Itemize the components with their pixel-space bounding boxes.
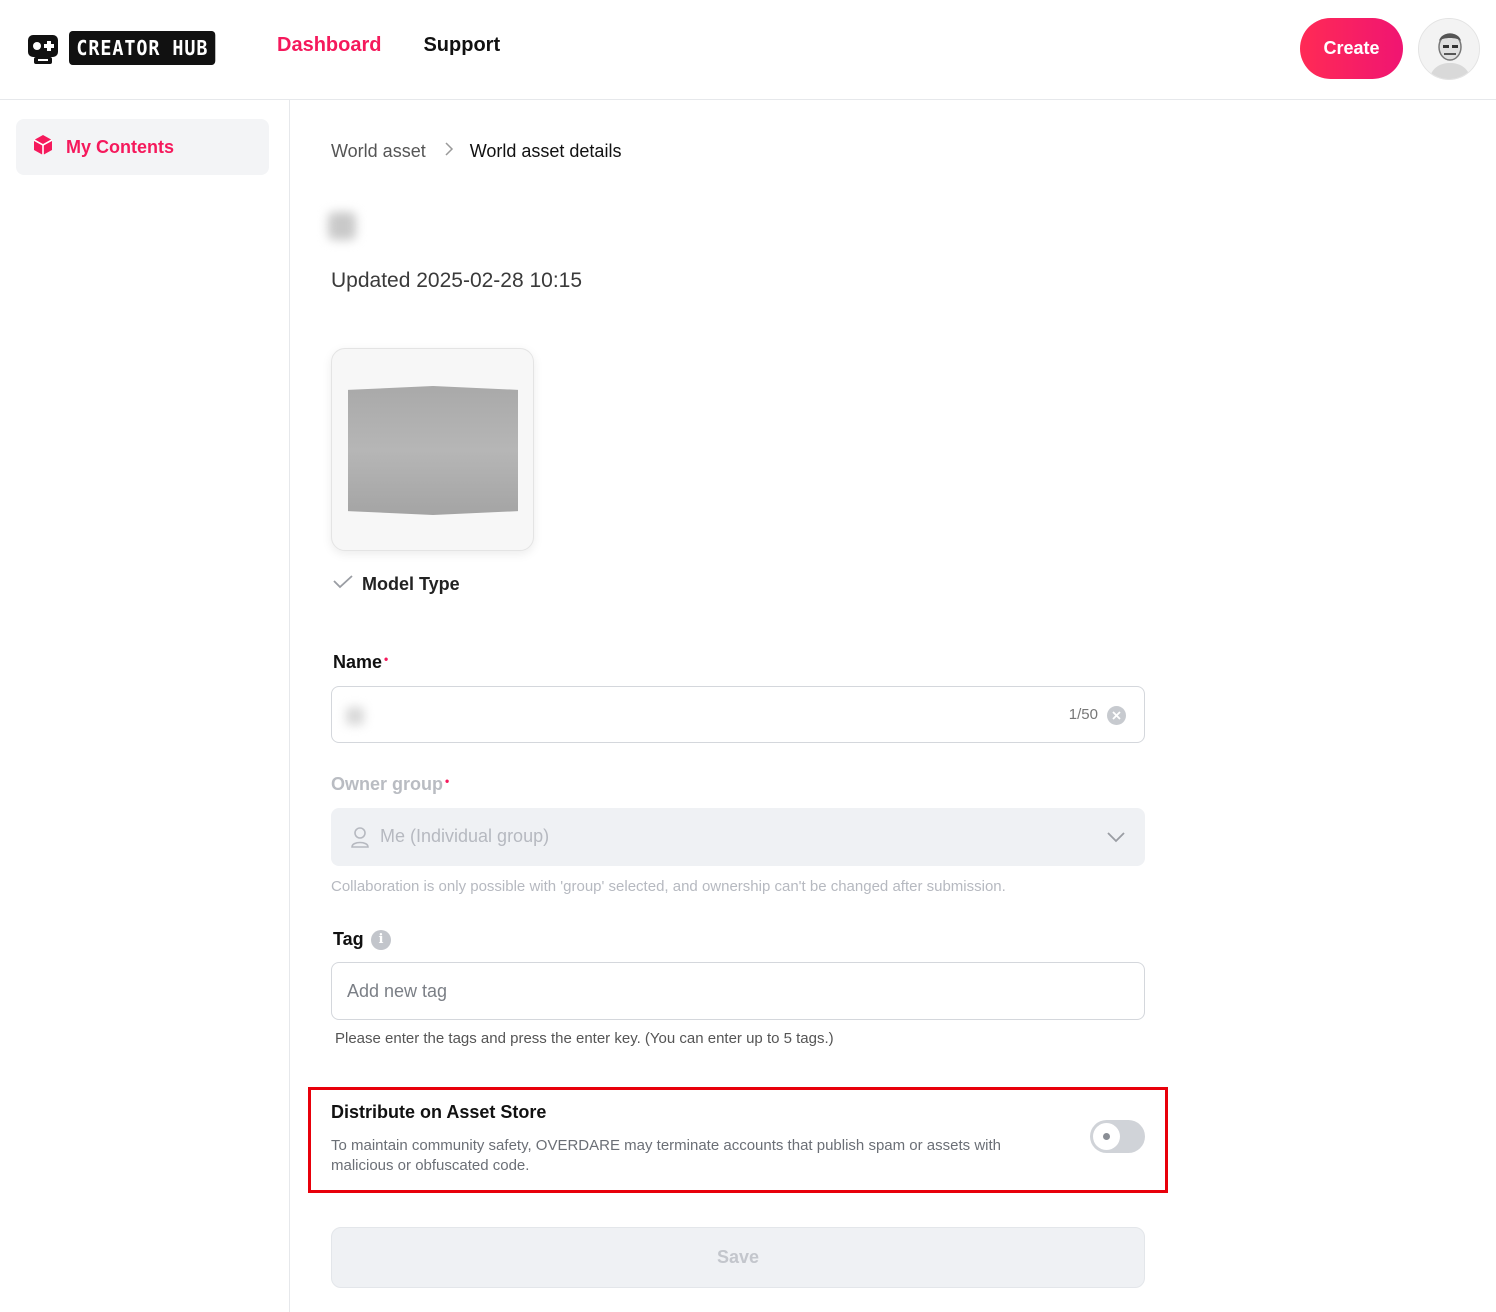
nav-support[interactable]: Support	[423, 34, 500, 57]
required-mark: •	[384, 652, 389, 666]
model-type-label: Model Type	[362, 574, 460, 594]
info-icon[interactable]: i	[371, 930, 391, 950]
check-icon	[332, 574, 354, 595]
required-mark: •	[445, 774, 450, 788]
distribute-description: To maintain community safety, OVERDARE m…	[331, 1137, 1001, 1174]
sidebar-item-label: My Contents	[66, 136, 174, 157]
breadcrumb-current: World asset details	[469, 141, 622, 161]
owner-group-value: Me (Individual group)	[380, 826, 550, 846]
chevron-right-icon	[444, 142, 454, 161]
breadcrumb-world-asset[interactable]: World asset	[331, 141, 426, 162]
sidebar: My Contents	[0, 100, 290, 1312]
updated-timestamp: Updated 2025-02-28 10:15	[331, 269, 583, 292]
asset-preview-image	[348, 386, 518, 515]
create-button[interactable]: Create	[1300, 18, 1403, 79]
name-label-text: Name	[333, 652, 383, 672]
tag-helper: Please enter the tags and press the ente…	[335, 1030, 834, 1047]
name-input[interactable]: 1/50	[331, 686, 1145, 743]
nav-dashboard[interactable]: Dashboard	[277, 34, 381, 57]
toggle-knob	[1093, 1123, 1120, 1150]
owner-group-label-text: Owner group	[331, 774, 443, 794]
main-nav: Dashboard Support	[277, 34, 500, 57]
user-avatar[interactable]	[1418, 18, 1480, 80]
creator-hub-logo[interactable]: CREATOR HUB	[25, 30, 228, 66]
user-icon	[350, 826, 370, 853]
model-type: Model Type	[332, 574, 460, 595]
robot-logo-icon	[25, 30, 61, 66]
owner-group-helper: Collaboration is only possible with 'gro…	[331, 878, 1006, 895]
save-button[interactable]: Save	[331, 1227, 1145, 1288]
breadcrumb: World asset World asset details	[331, 141, 621, 162]
sidebar-item-my-contents[interactable]: My Contents	[16, 119, 269, 175]
owner-group-label: Owner group •	[331, 774, 449, 795]
owner-group-select[interactable]: Me (Individual group)	[331, 808, 1145, 866]
logo-wordmark: CREATOR HUB	[69, 31, 216, 65]
toggle-off-indicator	[1103, 1133, 1110, 1140]
name-value-blurred	[346, 707, 364, 725]
asset-title-blurred	[328, 212, 356, 240]
cube-icon	[32, 134, 54, 161]
name-char-counter: 1/50	[1068, 706, 1098, 723]
tag-input[interactable]	[331, 962, 1145, 1020]
tag-label: Tag	[333, 929, 364, 949]
avatar-portrait-icon	[1419, 19, 1479, 79]
top-header: CREATOR HUB Dashboard Support Create	[0, 0, 1496, 100]
distribute-title: Distribute on Asset Store	[331, 1102, 547, 1122]
distribute-toggle[interactable]	[1090, 1120, 1145, 1153]
clear-icon[interactable]	[1107, 706, 1126, 725]
asset-thumbnail[interactable]	[331, 348, 534, 551]
chevron-down-icon	[1106, 830, 1126, 848]
name-label: Name •	[333, 652, 388, 673]
